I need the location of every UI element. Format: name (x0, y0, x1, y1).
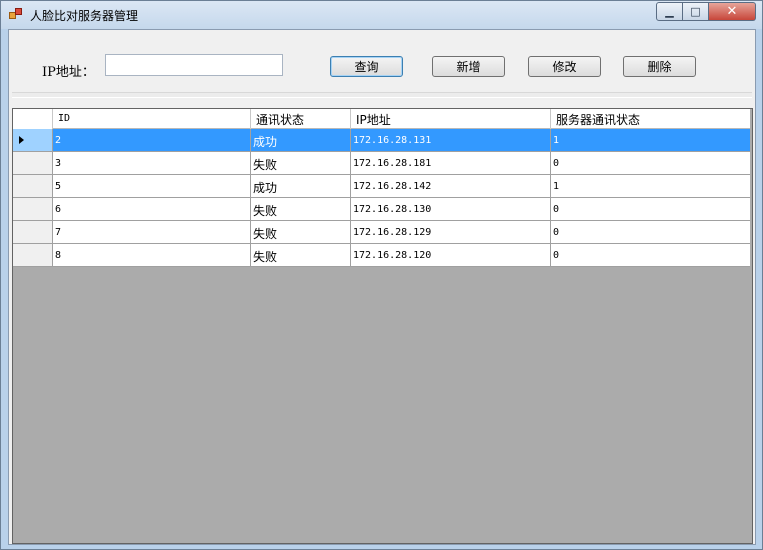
window-title: 人脸比对服务器管理 (30, 9, 139, 23)
cell-ip[interactable]: 172.16.28.129 (351, 221, 551, 244)
cell-server-status[interactable]: 1 (551, 129, 750, 152)
row-header[interactable] (13, 129, 53, 152)
cell-comm-status[interactable]: 成功 (251, 175, 351, 198)
column-header-comm-status[interactable]: 通讯状态 (251, 109, 351, 129)
delete-button[interactable]: 删除 (623, 56, 696, 77)
close-button[interactable]: ✕ (709, 2, 756, 21)
cell-id[interactable]: 7 (53, 221, 251, 244)
cell-id[interactable]: 8 (53, 244, 251, 267)
ip-label: IP地址： (42, 65, 95, 80)
server-grid[interactable]: ID 通讯状态 IP地址 服务器通讯状态 2 成功 172.16.28.131 1 3 失… (12, 108, 753, 544)
column-header-server-status[interactable]: 服务器通讯状态 (551, 109, 750, 129)
header-corner[interactable] (13, 109, 53, 129)
title-bar[interactable]: 人脸比对服务器管理 ▁ □ ✕ (1, 1, 762, 29)
grid-rows: 2 成功 172.16.28.131 1 3 失败 172.16.28.181 0 5 成功 172… (13, 129, 750, 267)
table-row[interactable]: 3 失败 172.16.28.181 0 (13, 152, 750, 175)
cell-id[interactable]: 2 (53, 129, 251, 152)
row-header[interactable] (13, 152, 53, 175)
cell-comm-status[interactable]: 失败 (251, 244, 351, 267)
cell-id[interactable]: 6 (53, 198, 251, 221)
maximize-icon: □ (690, 5, 701, 18)
cell-comm-status[interactable]: 失败 (251, 221, 351, 244)
table-row[interactable]: 7 失败 172.16.28.129 0 (13, 221, 750, 244)
cell-server-status[interactable]: 0 (551, 198, 750, 221)
cell-server-status[interactable]: 0 (551, 152, 750, 175)
ip-input[interactable] (105, 54, 283, 76)
row-header[interactable] (13, 175, 53, 198)
minimize-icon: ▁ (665, 5, 674, 18)
table-row[interactable]: 5 成功 172.16.28.142 1 (13, 175, 750, 198)
cell-server-status[interactable]: 0 (551, 244, 750, 267)
cell-id[interactable]: 5 (53, 175, 251, 198)
query-button[interactable]: 查询 (330, 56, 403, 77)
minimize-button[interactable]: ▁ (656, 2, 683, 21)
column-header-id[interactable]: ID (53, 109, 251, 129)
row-header[interactable] (13, 244, 53, 267)
caption-buttons: ▁ □ ✕ (656, 2, 756, 21)
cell-ip[interactable]: 172.16.28.130 (351, 198, 551, 221)
current-row-arrow-icon (19, 136, 24, 144)
add-button[interactable]: 新增 (432, 56, 505, 77)
cell-comm-status[interactable]: 成功 (251, 129, 351, 152)
cell-ip[interactable]: 172.16.28.131 (351, 129, 551, 152)
cell-ip[interactable]: 172.16.28.181 (351, 152, 551, 175)
row-header[interactable] (13, 221, 53, 244)
cell-server-status[interactable]: 0 (551, 221, 750, 244)
table-row[interactable]: 2 成功 172.16.28.131 1 (13, 129, 750, 152)
cell-id[interactable]: 3 (53, 152, 251, 175)
edit-button[interactable]: 修改 (528, 56, 601, 77)
table-row[interactable]: 8 失败 172.16.28.120 0 (13, 244, 750, 267)
cell-comm-status[interactable]: 失败 (251, 152, 351, 175)
cell-ip[interactable]: 172.16.28.120 (351, 244, 551, 267)
cell-comm-status[interactable]: 失败 (251, 198, 351, 221)
row-header[interactable] (13, 198, 53, 221)
close-icon: ✕ (726, 4, 738, 19)
column-header-ip[interactable]: IP地址 (351, 109, 551, 129)
client-area: IP地址： 查询 新增 修改 删除 ID 通讯状态 IP地址 服务器通讯状态 2… (8, 29, 756, 545)
table-row[interactable]: 6 失败 172.16.28.130 0 (13, 198, 750, 221)
maximize-button[interactable]: □ (683, 2, 709, 21)
grid-header: ID 通讯状态 IP地址 服务器通讯状态 (13, 109, 750, 129)
app-icon (9, 8, 23, 20)
main-window: 人脸比对服务器管理 ▁ □ ✕ IP地址： 查询 新增 修改 删除 ID 通讯状… (0, 0, 763, 550)
cell-server-status[interactable]: 1 (551, 175, 750, 198)
separator (12, 92, 752, 98)
cell-ip[interactable]: 172.16.28.142 (351, 175, 551, 198)
